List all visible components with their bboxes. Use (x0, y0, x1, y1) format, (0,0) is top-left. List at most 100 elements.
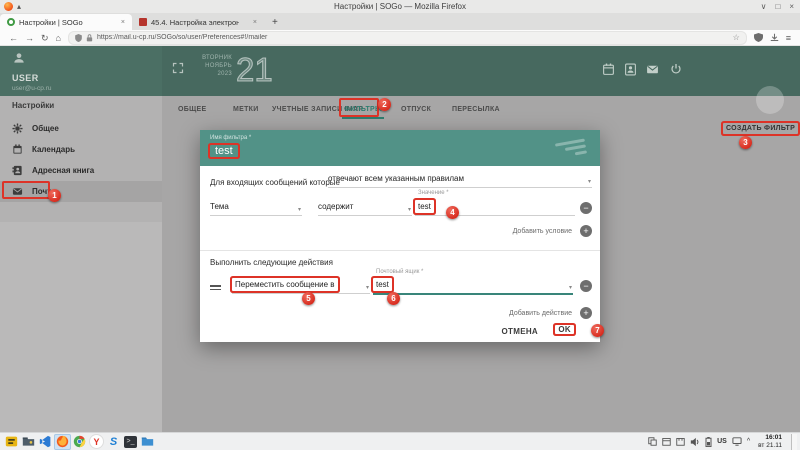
tab-forwarding[interactable]: ПЕРЕСЫЛКА (452, 106, 500, 113)
condition-operator-select[interactable]: содержит ▾ (318, 200, 412, 216)
hamburger-menu-icon[interactable]: ≡ (786, 30, 791, 46)
keyboard-layout-indicator[interactable]: US (717, 438, 727, 445)
terminal-icon[interactable]: >_ (122, 434, 139, 450)
close-icon[interactable]: × (789, 2, 794, 11)
fab-button[interactable] (756, 86, 784, 114)
match-rule-select[interactable]: отвечают всем указанным правилам ▾ (328, 172, 592, 188)
add-action-button[interactable]: + (580, 307, 592, 319)
remove-action-button[interactable]: − (580, 280, 592, 292)
user-block: USER user@u-cp.ru (0, 46, 162, 96)
contacts-module-icon[interactable] (624, 63, 637, 76)
filter-name-label: Имя фильтра * (210, 135, 590, 141)
main-panel: ВТОРНИК НОЯБРЬ 2023 21 ОБЩЕЕ МЕТКИ УЧЕТН… (162, 46, 800, 432)
month-label: НОЯБРЬ (190, 62, 232, 70)
new-tab-button[interactable]: + (272, 17, 278, 30)
filter-decor-icon (554, 136, 587, 162)
dialog-body: Для входящих сообщений которые отвечают … (200, 166, 600, 342)
forward-icon[interactable]: → (25, 30, 34, 46)
clock[interactable]: 16:01 вт 21.11 (758, 434, 782, 449)
file-manager-dark-icon[interactable] (20, 434, 37, 450)
filter-name-input[interactable]: test (210, 145, 238, 157)
condition-value-input[interactable]: test (415, 200, 575, 216)
tray-expand-caret[interactable]: ^ (747, 438, 750, 445)
expand-icon[interactable] (172, 62, 184, 74)
user-name: USER (12, 73, 162, 83)
chevron-down-icon: ▾ (408, 207, 411, 213)
tab-label: Настройки | SOGo (19, 18, 83, 27)
bookmark-star-icon[interactable]: ☆ (733, 33, 740, 42)
gear-icon (12, 123, 23, 134)
volume-icon[interactable] (690, 437, 700, 447)
sidebar-item-addressbook[interactable]: Адресная книга (0, 160, 162, 181)
sidebar-title: Настройки (12, 101, 54, 110)
tab-general[interactable]: ОБЩЕЕ (178, 106, 206, 113)
year-label: 2023 (190, 70, 232, 78)
create-filter-button[interactable]: СОЗДАТЬ ФИЛЬТР (723, 123, 798, 134)
cancel-button[interactable]: ОТМЕНА (502, 327, 538, 336)
lock-icon (86, 34, 93, 42)
extension-shield-icon[interactable] (754, 33, 763, 42)
browser-tab-sogo[interactable]: Настройки | SOGo × (0, 14, 132, 30)
shield-icon (75, 34, 82, 42)
terminal-prompt: >_ (124, 436, 137, 448)
sidebar-item-label: Общее (32, 124, 59, 133)
firefox-window-icon (4, 2, 13, 11)
calendar-module-icon[interactable] (602, 63, 615, 76)
files-blue-icon[interactable] (139, 434, 156, 450)
tab-labels[interactable]: МЕТКИ (233, 106, 259, 113)
condition-value-text: test (415, 200, 434, 213)
remove-condition-button[interactable]: − (580, 202, 592, 214)
condition-field-select[interactable]: Тема ▾ (210, 200, 302, 216)
window-title: Настройки | SOGo — Mozilla Firefox (334, 2, 466, 11)
mail-module-icon[interactable] (646, 63, 659, 76)
sidebar-item-label: Адресная книга (32, 166, 94, 175)
annotation-step-3: 3 (739, 136, 752, 149)
code-editor-icon[interactable] (37, 434, 54, 450)
ok-button[interactable]: OK (555, 325, 574, 334)
active-tab-underline (342, 117, 384, 119)
window-icons: ▴ (4, 2, 25, 11)
battery-icon[interactable] (705, 437, 712, 447)
yandex-browser-icon[interactable]: Y (88, 434, 105, 450)
clipboard-copy-icon[interactable] (648, 437, 657, 446)
power-icon[interactable] (670, 63, 682, 75)
archive-tray-icon[interactable] (662, 437, 671, 446)
reload-icon[interactable]: ↻ (41, 30, 49, 46)
sogo-header: ВТОРНИК НОЯБРЬ 2023 21 (162, 46, 800, 96)
url-text: https://mail.u-cp.ru/SOGo/so/user/Prefer… (97, 34, 729, 41)
minimize-icon[interactable]: ∨ (761, 2, 767, 11)
section-divider (200, 250, 600, 251)
tab-filters-label: ФИЛЬТРЫ (344, 106, 382, 113)
browser-tab-docs[interactable]: 45.4. Настройка электронн × (132, 14, 264, 30)
chevron-down-icon: ▾ (298, 207, 301, 213)
minus-icon: − (583, 281, 588, 291)
system-tray: US ^ 16:01 вт 21.11 (648, 434, 797, 450)
tab-vacation[interactable]: ОТПУСК (401, 106, 431, 113)
back-icon[interactable]: ← (9, 30, 18, 46)
url-bar[interactable]: https://mail.u-cp.ru/SOGo/so/user/Prefer… (68, 31, 747, 45)
sidebar-item-general[interactable]: Общее (0, 118, 162, 139)
download-icon[interactable] (770, 33, 779, 42)
drag-handle-icon[interactable] (210, 283, 221, 292)
maximize-icon[interactable]: □ (775, 2, 780, 11)
sidebar-item-calendar[interactable]: Календарь (0, 139, 162, 160)
clock-time: 16:01 (758, 434, 782, 442)
plus-icon: + (583, 226, 588, 236)
display-network-icon[interactable] (732, 437, 742, 446)
show-desktop-button[interactable] (791, 434, 797, 450)
mailbox-select[interactable]: test ▾ (373, 278, 573, 295)
add-condition-button[interactable]: + (580, 225, 592, 237)
firefox-icon[interactable] (54, 434, 71, 450)
home-icon[interactable]: ⌂ (56, 30, 61, 46)
sidebar-item-mail[interactable]: Почта (0, 181, 162, 202)
tab-close-icon[interactable]: × (253, 19, 257, 26)
tab-filters[interactable]: ФИЛЬТРЫ (344, 106, 382, 113)
package-tray-icon[interactable] (676, 437, 685, 446)
tab-close-icon[interactable]: × (121, 19, 125, 26)
docs-favicon (139, 18, 147, 26)
s-app-icon[interactable]: S (105, 434, 122, 450)
chrome-icon[interactable] (71, 434, 88, 450)
action-type-select[interactable]: Переместить сообщение в ▾ (232, 278, 370, 294)
sidebar-lower-area (0, 222, 162, 432)
app-launcher-icon[interactable] (3, 434, 20, 450)
